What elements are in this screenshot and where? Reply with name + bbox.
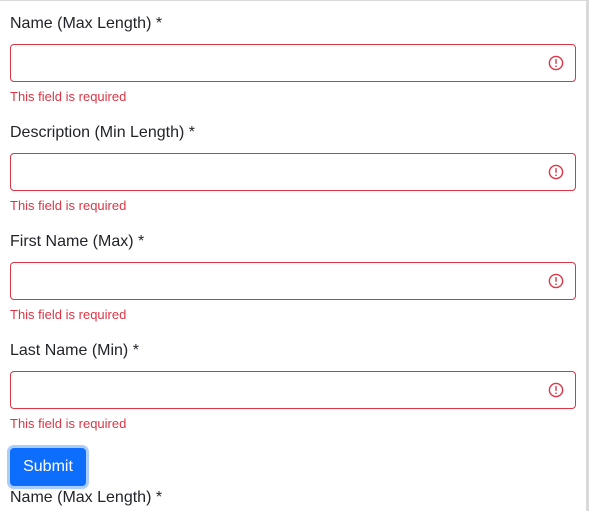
field-label: Description (Min Length) *: [10, 124, 195, 141]
exclamation-circle-icon: [548, 273, 564, 289]
exclamation-circle-icon: [548, 55, 564, 71]
last-name-input[interactable]: [11, 372, 575, 408]
last-name-input-wrapper: [10, 371, 576, 409]
exclamation-circle-icon: [548, 164, 564, 180]
field-description-min-length: Description (Min Length) * This field is…: [10, 110, 576, 219]
first-name-input[interactable]: [11, 263, 575, 299]
error-message: This field is required: [10, 307, 127, 322]
exclamation-circle-icon: [548, 382, 564, 398]
first-name-input-wrapper: [10, 262, 576, 300]
field-label: First Name (Max) *: [10, 233, 145, 250]
field-last-name-min: Last Name (Min) * This field is required: [10, 328, 576, 437]
name-input[interactable]: [11, 45, 575, 81]
error-message: This field is required: [10, 89, 127, 104]
submit-button[interactable]: Submit: [10, 448, 86, 486]
app-frame: Name (Max Length) * This field is requir…: [0, 0, 589, 511]
field-name-max-length: Name (Max Length) * This field is requir…: [10, 1, 576, 110]
field-first-name-max: First Name (Max) * This field is require…: [10, 219, 576, 328]
error-message: This field is required: [10, 416, 127, 431]
field-label: Last Name (Min) *: [10, 342, 139, 359]
description-input-wrapper: [10, 153, 576, 191]
error-message: This field is required: [10, 198, 127, 213]
name-input-wrapper: [10, 44, 576, 82]
validation-form: Name (Max Length) * This field is requir…: [10, 1, 576, 506]
next-form-field-label: Name (Max Length) *: [10, 489, 163, 506]
field-label: Name (Max Length) *: [10, 15, 163, 32]
description-input[interactable]: [11, 154, 575, 190]
